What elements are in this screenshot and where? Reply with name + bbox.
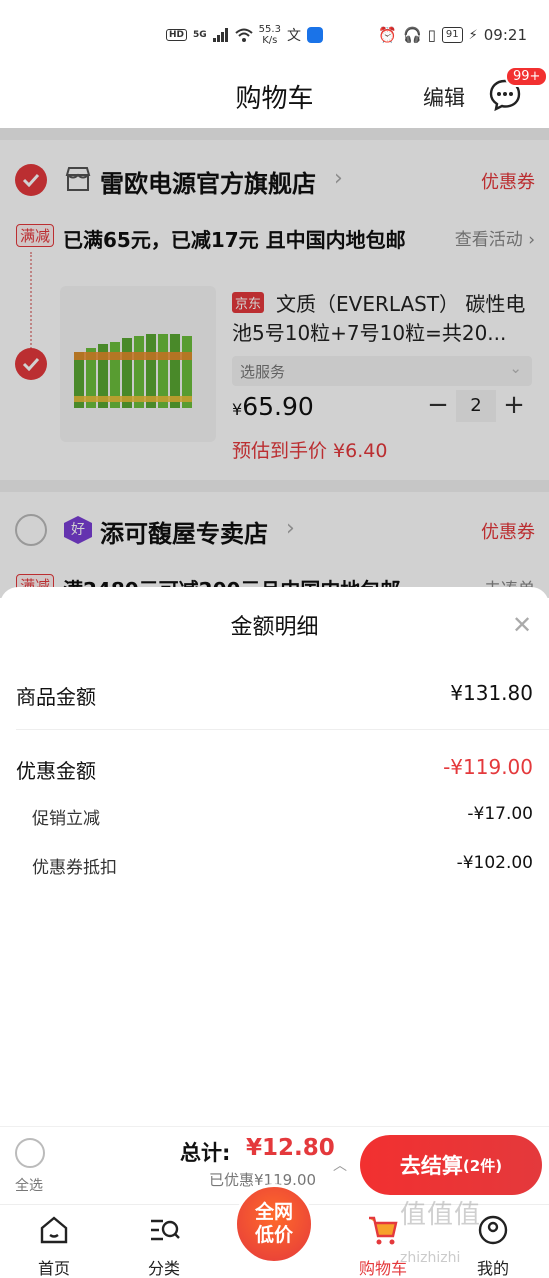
watermark-url: zhizhizhi — [400, 1250, 461, 1266]
wifi-icon — [235, 28, 253, 42]
headphones-icon: 🎧 — [402, 26, 422, 44]
tab-home[interactable]: 首页 — [24, 1213, 84, 1278]
goods-amount-value: ¥131.80 — [450, 681, 533, 705]
tab-category[interactable]: 分类 — [134, 1213, 194, 1278]
low-price-promo-button[interactable]: 全网 低价 — [234, 1184, 314, 1264]
battery-level: 91 — [441, 27, 463, 43]
signal-icon — [212, 28, 228, 42]
edit-button[interactable]: 编辑 — [423, 82, 465, 112]
amount-detail-sheet: 金额明细 ✕ 商品金额 ¥131.80 优惠金额 -¥119.00 促销立减 -… — [0, 587, 549, 1132]
category-icon — [151, 1219, 180, 1241]
hd-icon: HD — [166, 29, 188, 41]
charging-icon: ⚡ — [468, 27, 478, 43]
app-shield-icon — [306, 27, 323, 43]
promo-reduce-value: -¥17.00 — [467, 804, 533, 824]
user-icon — [478, 1215, 508, 1245]
select-all-label[interactable]: 全选 — [15, 1175, 43, 1195]
coupon-deduct-value: -¥102.00 — [456, 853, 533, 873]
clock: 09:21 — [483, 26, 527, 44]
sheet-title: 金额明细 — [230, 615, 319, 640]
coupon-deduct-label: 优惠券抵扣 — [32, 858, 117, 878]
message-badge: 99+ — [505, 66, 549, 87]
discount-amount-value: -¥119.00 — [443, 755, 533, 779]
watermark-logo: 值值值 — [400, 1200, 482, 1230]
divider — [16, 729, 549, 730]
total-label: 总计: — [180, 1141, 231, 1165]
select-all-checkbox[interactable] — [15, 1138, 45, 1168]
vibrate-icon: ▯ — [427, 26, 436, 44]
page-title: 购物车 — [235, 84, 314, 114]
status-bar: HD 5G 55.3 K/s 文 ⏰ 🎧 ▯ 91 ⚡ 09:21 — [0, 0, 549, 70]
modal-overlay[interactable] — [0, 128, 549, 598]
cart-icon — [369, 1216, 398, 1245]
page-header: 购物车 编辑 99+ — [0, 66, 549, 128]
close-icon[interactable]: ✕ — [512, 611, 532, 639]
alarm-icon: ⏰ — [378, 26, 397, 44]
net-speed: 55.3 K/s — [258, 24, 281, 46]
goods-amount-label: 商品金额 — [16, 685, 96, 709]
translate-icon: 文 — [286, 28, 301, 44]
home-icon — [40, 1216, 68, 1244]
promo-reduce-label: 促销立减 — [32, 809, 100, 829]
chevron-up-icon[interactable]: ︿ — [333, 1155, 347, 1175]
discount-amount-label: 优惠金额 — [16, 759, 96, 783]
checkout-button[interactable]: 去结算 (2件) — [360, 1135, 542, 1195]
network-label: 5G — [193, 30, 207, 40]
total-value: ¥12.80 — [246, 1135, 335, 1161]
